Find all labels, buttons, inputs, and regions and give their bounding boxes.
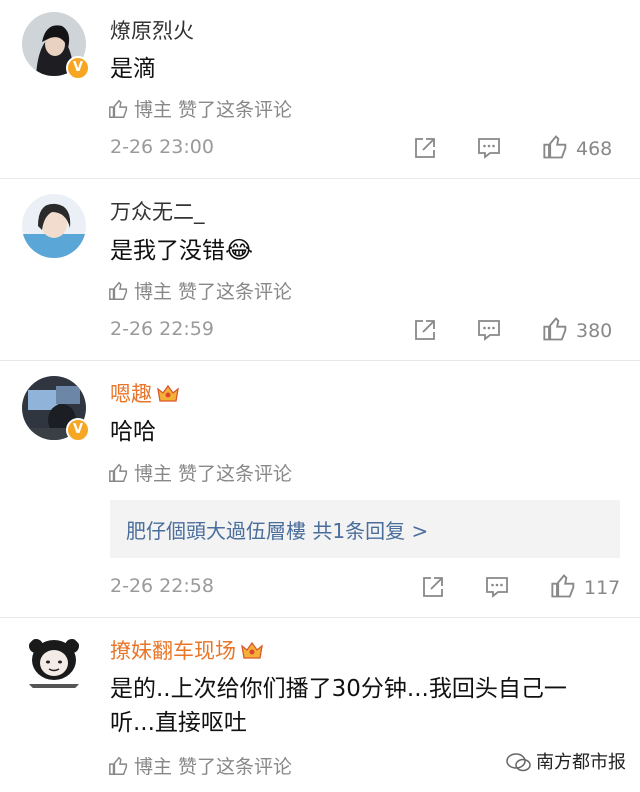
username[interactable]: 燎原烈火: [110, 15, 194, 45]
comment-text-line-2: 听...直接呕吐: [110, 710, 247, 736]
timestamp: 2-26 22:59: [110, 318, 214, 340]
author-liked-note: 博主 赞了这条评论: [108, 459, 292, 486]
thumb-up-icon: [543, 317, 567, 341]
reply-link-text: 肥仔個頭大過伍層樓 共1条回复 >: [126, 519, 429, 543]
avatar[interactable]: [22, 632, 86, 696]
timestamp: 2-26 22:58: [110, 575, 214, 597]
verified-badge-icon: V: [66, 418, 90, 442]
author-liked-note: 博主 赞了这条评论: [108, 95, 292, 122]
author-liked-text: 博主 赞了这条评论: [134, 99, 293, 121]
author-liked-note: 博主 赞了这条评论: [108, 277, 292, 304]
wechat-icon: [506, 753, 531, 772]
author-liked-note: 博主 赞了这条评论: [108, 752, 292, 779]
username[interactable]: 嗯趣: [110, 378, 180, 408]
username[interactable]: 万众无二_: [110, 196, 205, 226]
username-text: 嗯趣: [110, 382, 152, 406]
watermark-text: 南方都市报: [536, 752, 626, 773]
like-button[interactable]: 380: [542, 315, 612, 343]
watermark: 南方都市报: [506, 748, 626, 774]
author-liked-text: 博主 赞了这条评论: [134, 463, 293, 485]
share-icon[interactable]: [420, 574, 446, 600]
reply-thread-link[interactable]: 肥仔個頭大過伍層樓 共1条回复 >: [110, 500, 620, 558]
like-button[interactable]: 468: [542, 133, 612, 161]
vip-crown-icon: [241, 641, 263, 659]
thumb-up-icon: [109, 463, 128, 482]
thumb-up-icon: [109, 756, 128, 775]
like-button[interactable]: 117: [550, 572, 620, 600]
comment-icon[interactable]: [484, 574, 510, 600]
comment-icon[interactable]: [476, 317, 502, 343]
comment-text: 哈哈: [110, 419, 156, 445]
divider: [0, 617, 640, 618]
username[interactable]: 撩妹翻车现场: [110, 635, 264, 665]
share-icon[interactable]: [412, 135, 438, 161]
vip-crown-icon: [157, 384, 179, 402]
comment-icon[interactable]: [476, 135, 502, 161]
comment-text: 是我了没错😂: [110, 232, 253, 269]
timestamp: 2-26 23:00: [110, 136, 214, 158]
comment-text: 是滴: [110, 56, 156, 82]
avatar[interactable]: [22, 194, 86, 258]
verified-badge-icon: V: [66, 56, 90, 80]
divider: [0, 178, 640, 179]
author-liked-text: 博主 赞了这条评论: [134, 281, 293, 303]
like-count: 380: [576, 320, 613, 342]
username-text: 撩妹翻车现场: [110, 639, 236, 663]
comment-text-line-1: 是的..上次给你们播了30分钟...我回头自己一: [110, 676, 567, 702]
like-count: 117: [584, 577, 621, 599]
thumb-up-icon: [551, 574, 575, 598]
laughing-tears-emoji-icon: 😂: [225, 236, 254, 264]
thumb-up-icon: [109, 99, 128, 118]
thumb-up-icon: [543, 135, 567, 159]
thumb-up-icon: [109, 281, 128, 300]
comment-text-content: 是我了没错: [110, 238, 225, 264]
share-icon[interactable]: [412, 317, 438, 343]
divider: [0, 360, 640, 361]
author-liked-text: 博主 赞了这条评论: [134, 756, 293, 778]
like-count: 468: [576, 138, 613, 160]
